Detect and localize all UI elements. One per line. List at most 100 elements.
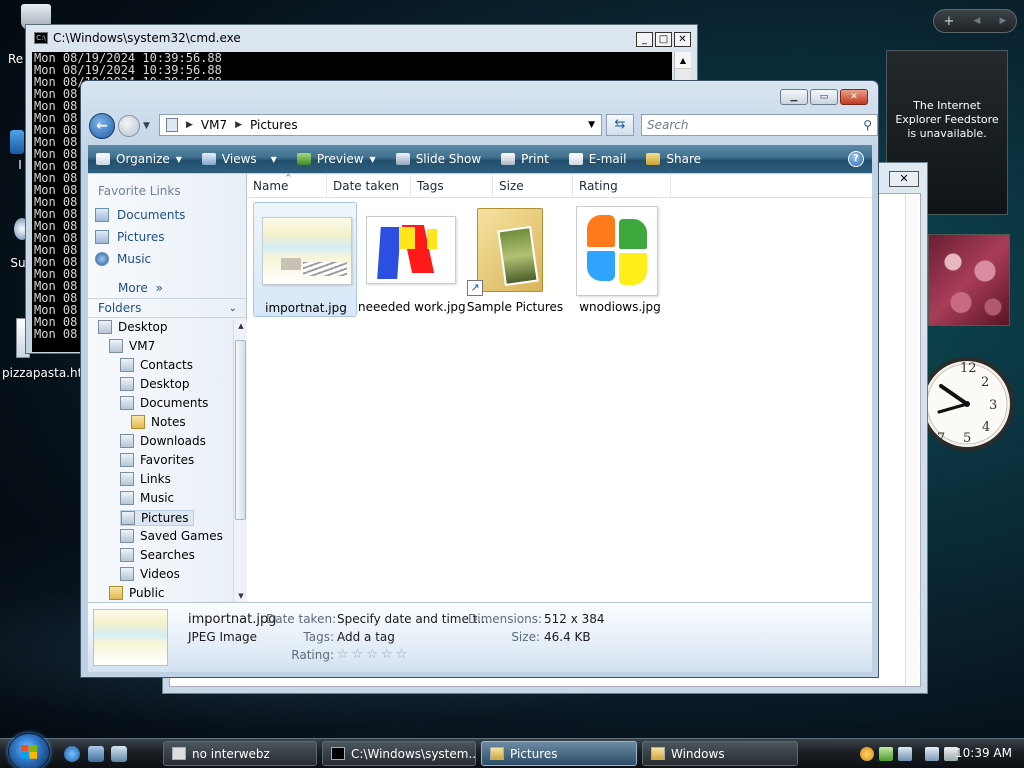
start-button[interactable] bbox=[8, 733, 50, 768]
maximize-button[interactable]: □ bbox=[655, 32, 672, 47]
close-button[interactable]: ✕ bbox=[674, 32, 691, 47]
scroll-down-arrow-icon[interactable]: ▼ bbox=[234, 592, 248, 600]
column-header-size[interactable]: Size bbox=[493, 174, 573, 198]
scrollbar-thumb[interactable] bbox=[235, 340, 246, 520]
folder-icon bbox=[120, 567, 134, 581]
navigation-pane: Favorite Links Documents Pictures Music … bbox=[88, 174, 247, 602]
print-button[interactable]: Print bbox=[501, 152, 549, 166]
add-gadget-button[interactable]: + bbox=[944, 14, 955, 29]
column-header-name[interactable]: ^ Name bbox=[247, 173, 327, 198]
column-header-rating[interactable]: Rating bbox=[573, 174, 671, 198]
scroll-up-arrow-icon[interactable]: ▲ bbox=[675, 52, 691, 69]
folder-tree[interactable]: Desktop VM7 Contacts Desktop Documents Notes D… bbox=[88, 320, 231, 602]
share-button[interactable]: Share bbox=[646, 152, 701, 166]
close-button[interactable]: ✕ bbox=[889, 171, 919, 187]
column-header-tags[interactable]: Tags bbox=[411, 174, 493, 198]
tree-item-desktop[interactable]: Desktop bbox=[98, 320, 168, 334]
recent-pages-dropdown[interactable]: ▼ bbox=[143, 121, 150, 131]
star-icon[interactable]: ☆ bbox=[381, 647, 393, 662]
tree-item-downloads[interactable]: Downloads bbox=[120, 434, 206, 448]
folder-icon bbox=[121, 511, 135, 525]
star-icon[interactable]: ☆ bbox=[352, 647, 364, 662]
views-button[interactable]: Views ▼ bbox=[201, 152, 277, 166]
clock[interactable]: 10:39 AM bbox=[955, 746, 1012, 760]
explorer-window[interactable]: ▁ ▭ ✕ ← ▼ ▶ VM7 ▶ Pictures ▼ ⇆ Search ⚲ … bbox=[80, 80, 879, 678]
file-item-wnodiows[interactable]: wnodiows.jpg bbox=[568, 202, 672, 317]
tree-item-notes[interactable]: Notes bbox=[131, 415, 186, 429]
tree-item-music[interactable]: Music bbox=[120, 491, 174, 505]
file-list-pane[interactable]: ^ Name Date taken Tags Size Rating import… bbox=[247, 173, 872, 602]
switch-windows-icon[interactable] bbox=[111, 746, 127, 762]
double-chevron-icon: » bbox=[155, 281, 163, 295]
taskbar-button-pictures[interactable]: Pictures bbox=[481, 741, 637, 766]
breadcrumb-vm7[interactable]: VM7 bbox=[201, 118, 227, 132]
folders-header[interactable]: Folders ⌄ bbox=[88, 298, 247, 318]
refresh-icon: ⇆ bbox=[614, 117, 626, 132]
minimize-button[interactable]: ▁ bbox=[780, 89, 808, 105]
back-arrow-icon: ← bbox=[96, 118, 108, 134]
taskbar-button-no-interwebz[interactable]: no interwebz bbox=[163, 741, 317, 766]
close-button[interactable]: ✕ bbox=[840, 89, 868, 105]
update-icon[interactable] bbox=[879, 747, 893, 761]
favorite-link-pictures[interactable]: Pictures bbox=[95, 230, 165, 244]
star-icon[interactable]: ☆ bbox=[366, 647, 378, 662]
organize-button[interactable]: Organize ▼ bbox=[96, 152, 182, 166]
network-icon[interactable] bbox=[898, 747, 912, 761]
internet-explorer-icon[interactable] bbox=[64, 746, 80, 762]
tree-item-desktop[interactable]: Desktop bbox=[120, 377, 190, 391]
security-shield-icon[interactable] bbox=[860, 747, 874, 761]
scroll-up-arrow-icon[interactable]: ▲ bbox=[234, 322, 248, 330]
tree-item-favorites[interactable]: Favorites bbox=[120, 453, 194, 467]
address-bar[interactable]: ▶ VM7 ▶ Pictures ▼ bbox=[159, 114, 602, 136]
file-item-importnat[interactable]: importnat.jpg bbox=[253, 202, 357, 317]
tree-item-saved-games[interactable]: Saved Games bbox=[120, 529, 223, 543]
tree-item-searches[interactable]: Searches bbox=[120, 548, 195, 562]
clock-gadget[interactable]: 12 2 3 4 5 7 bbox=[919, 342, 1015, 466]
refresh-button[interactable]: ⇆ bbox=[606, 114, 634, 136]
folder-tree-scrollbar[interactable]: ▲ ▼ bbox=[233, 320, 247, 602]
date-taken-value[interactable]: Specify date and time t... bbox=[337, 612, 489, 626]
tags-value[interactable]: Add a tag bbox=[337, 630, 395, 644]
tree-item-public[interactable]: Public bbox=[109, 586, 165, 600]
background-window-scrollbar[interactable] bbox=[905, 195, 919, 685]
tree-item-pictures[interactable]: Pictures bbox=[120, 510, 194, 526]
address-dropdown-icon[interactable]: ▼ bbox=[588, 120, 595, 130]
forward-button[interactable] bbox=[118, 115, 140, 137]
back-button[interactable]: ← bbox=[89, 113, 115, 139]
taskbar-button-cmd[interactable]: C:\Windows\system... bbox=[322, 741, 476, 766]
email-icon bbox=[568, 153, 583, 165]
tree-item-label: Desktop bbox=[118, 320, 168, 334]
star-icon[interactable]: ☆ bbox=[337, 647, 349, 662]
tree-item-documents[interactable]: Documents bbox=[120, 396, 208, 410]
breadcrumb-pictures[interactable]: Pictures bbox=[250, 118, 298, 132]
tree-item-contacts[interactable]: Contacts bbox=[120, 358, 193, 372]
help-icon[interactable]: ? bbox=[848, 151, 864, 167]
tree-item-links[interactable]: Links bbox=[120, 472, 171, 486]
more-links-button[interactable]: More » bbox=[118, 281, 163, 295]
email-button[interactable]: E-mail bbox=[568, 152, 626, 166]
maximize-button[interactable]: ▭ bbox=[810, 89, 838, 105]
slide-show-button[interactable]: Slide Show bbox=[395, 152, 481, 166]
next-gadget-button[interactable]: ▶ bbox=[1000, 16, 1007, 26]
taskbar: no interwebz C:\Windows\system... Pictur… bbox=[0, 733, 1024, 768]
star-icon[interactable]: ☆ bbox=[396, 647, 408, 662]
rating-stars[interactable]: ☆ ☆ ☆ ☆ ☆ bbox=[337, 647, 407, 662]
column-header-date-taken[interactable]: Date taken bbox=[327, 174, 411, 198]
taskbar-button-windows[interactable]: Windows bbox=[642, 741, 798, 766]
search-input[interactable]: Search ⚲ bbox=[641, 114, 878, 136]
prev-gadget-button[interactable]: ◀ bbox=[974, 16, 981, 26]
tree-item-videos[interactable]: Videos bbox=[120, 567, 180, 581]
tree-item-vm7[interactable]: VM7 bbox=[109, 339, 155, 353]
favorite-link-music[interactable]: Music bbox=[95, 252, 151, 266]
search-icon[interactable]: ⚲ bbox=[863, 115, 872, 135]
file-item-neeeded-work[interactable]: neeeded work.jpg bbox=[358, 202, 466, 317]
display-icon[interactable] bbox=[925, 747, 939, 761]
slideshow-gadget[interactable] bbox=[928, 234, 1010, 326]
preview-button[interactable]: Preview ▼ bbox=[296, 152, 376, 166]
favorite-link-documents[interactable]: Documents bbox=[95, 208, 185, 222]
cmd-titlebar[interactable]: C:\ C:\Windows\system32\cmd.exe bbox=[26, 25, 697, 51]
show-desktop-icon[interactable] bbox=[88, 746, 104, 762]
share-label: Share bbox=[666, 152, 702, 166]
minimize-button[interactable]: _ bbox=[636, 32, 653, 47]
folder-item-sample-pictures[interactable]: ↗ Sample Pictures bbox=[463, 202, 567, 317]
